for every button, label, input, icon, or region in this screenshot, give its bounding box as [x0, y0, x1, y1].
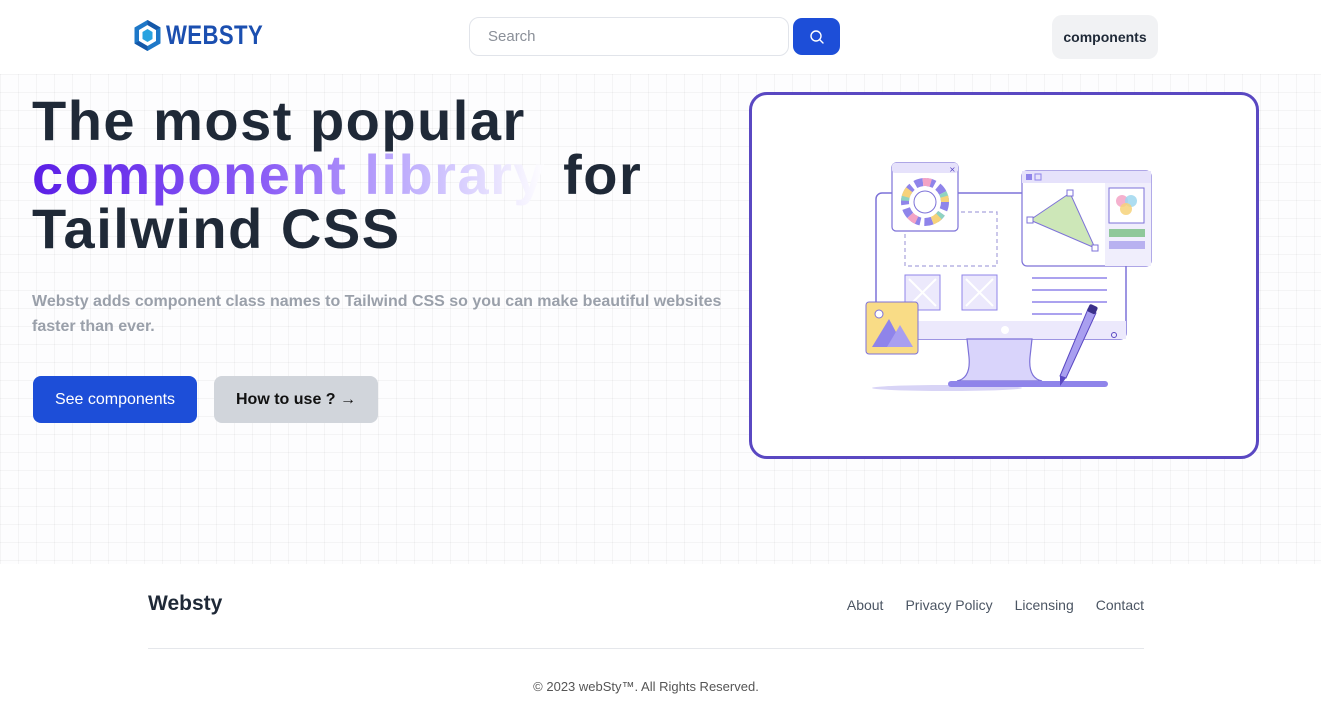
- footer-divider: [148, 648, 1144, 649]
- footer-copyright: © 2023 webSty™. All Rights Reserved.: [533, 679, 759, 694]
- search-icon: [809, 29, 824, 44]
- logo-text: WEBSTY: [166, 20, 264, 50]
- logo-link[interactable]: WEBSTY: [133, 19, 285, 52]
- svg-text:×: ×: [949, 165, 956, 174]
- hero-description: Websty adds component class names to Tai…: [32, 293, 722, 335]
- hero-illustration: ×: [865, 162, 1152, 391]
- footer-link-about[interactable]: About: [847, 597, 884, 613]
- see-components-button[interactable]: See components: [33, 376, 197, 423]
- hero-section: The most popular component library for T…: [0, 74, 1321, 564]
- header: WEBSTY components: [0, 0, 1321, 74]
- footer-links: About Privacy Policy Licensing Contact: [847, 597, 1144, 613]
- how-to-use-button[interactable]: How to use ? →: [214, 376, 378, 423]
- hero-title-line1: The most popular: [32, 89, 526, 152]
- footer-brand: Websty: [148, 592, 223, 615]
- websty-logo-icon: [134, 20, 161, 51]
- hero-title-line2: component library for: [32, 147, 732, 203]
- search-button[interactable]: [793, 18, 840, 55]
- footer-link-contact[interactable]: Contact: [1096, 597, 1144, 613]
- components-button[interactable]: components: [1052, 15, 1158, 59]
- hero-title-line3: Tailwind CSS: [32, 197, 401, 260]
- footer-link-privacy-policy[interactable]: Privacy Policy: [905, 597, 992, 613]
- footer: Websty About Privacy Policy Licensing Co…: [0, 564, 1321, 717]
- hero-title-suffix: for: [546, 143, 643, 206]
- hero-title: The most popular component library for T…: [32, 89, 732, 260]
- footer-link-licensing[interactable]: Licensing: [1015, 597, 1074, 613]
- hero-illustration-frame: ×: [749, 92, 1259, 459]
- search-input[interactable]: [469, 17, 789, 56]
